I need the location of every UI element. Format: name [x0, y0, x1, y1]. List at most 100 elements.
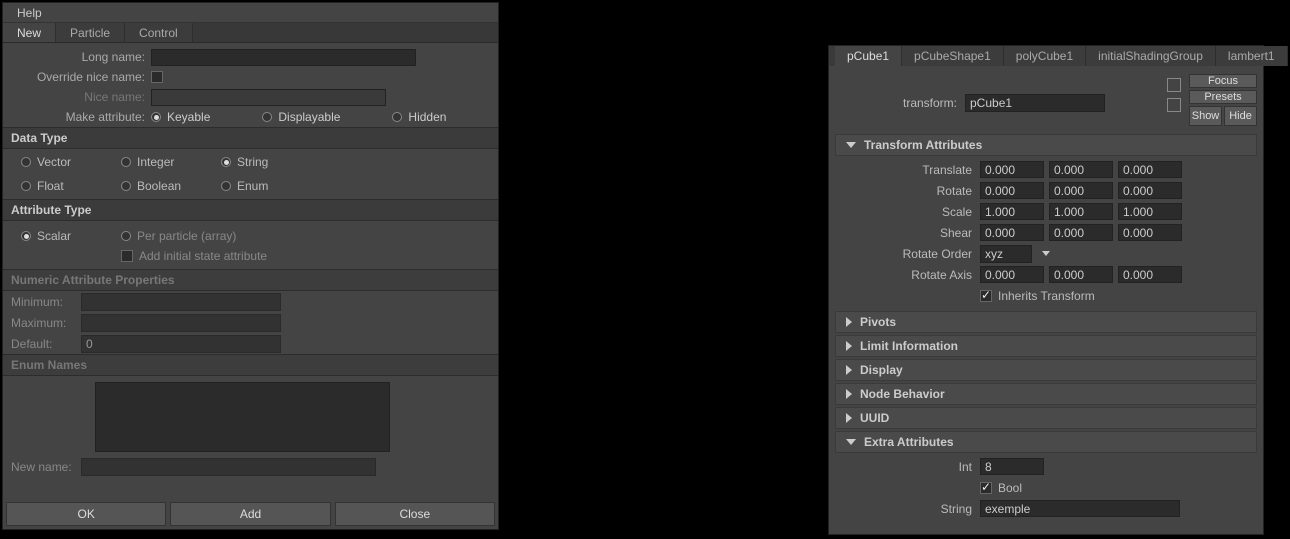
enum-names-list[interactable] — [95, 382, 390, 452]
new-name-label: New name: — [11, 460, 81, 474]
translate-z-input[interactable] — [1118, 161, 1182, 178]
focus-button[interactable]: Focus — [1189, 74, 1257, 88]
limit-info-label: Limit Information — [860, 339, 958, 353]
chevron-right-icon — [846, 341, 852, 351]
node-type-label: transform: — [835, 96, 965, 110]
presets-button[interactable]: Presets — [1189, 90, 1257, 104]
chevron-right-icon — [846, 389, 852, 399]
radio-displayable[interactable] — [262, 112, 272, 122]
rotate-label: Rotate — [835, 184, 980, 198]
maximum-input[interactable] — [81, 314, 281, 332]
translate-x-input[interactable] — [980, 161, 1044, 178]
radio-string-label: String — [237, 155, 268, 169]
shear-label: Shear — [835, 226, 980, 240]
attribute-editor: pCube1 pCubeShape1 polyCube1 initialShad… — [828, 45, 1264, 535]
add-button[interactable]: Add — [170, 502, 330, 526]
new-name-input[interactable] — [81, 458, 376, 476]
chevron-right-icon — [846, 365, 852, 375]
scale-x-input[interactable] — [980, 203, 1044, 220]
scale-z-input[interactable] — [1118, 203, 1182, 220]
rotate-y-input[interactable] — [1049, 182, 1113, 199]
tab-initialshadinggroup[interactable]: initialShadingGroup — [1086, 46, 1216, 66]
radio-integer-label: Integer — [137, 155, 174, 169]
ok-button[interactable]: OK — [6, 502, 166, 526]
inherits-transform-checkbox[interactable] — [980, 290, 992, 302]
extra-int-input[interactable] — [980, 458, 1044, 475]
tab-lambert1[interactable]: lambert1 — [1216, 46, 1288, 66]
node-tabs: pCube1 pCubeShape1 polyCube1 initialShad… — [829, 46, 1263, 66]
chevron-down-icon — [846, 142, 856, 148]
limit-info-header[interactable]: Limit Information — [835, 335, 1257, 357]
display-label: Display — [860, 363, 903, 377]
extra-attributes-header[interactable]: Extra Attributes — [835, 431, 1257, 453]
maximum-label: Maximum: — [11, 316, 81, 330]
scale-y-input[interactable] — [1049, 203, 1113, 220]
extra-string-input[interactable] — [980, 500, 1180, 517]
long-name-input[interactable] — [151, 49, 416, 66]
default-input[interactable] — [81, 335, 281, 353]
radio-hidden[interactable] — [392, 112, 402, 122]
tab-new[interactable]: New — [3, 23, 56, 42]
rotate-order-value: xyz — [985, 247, 1003, 261]
tab-pcubeshape1[interactable]: pCubeShape1 — [902, 46, 1004, 66]
radio-keyable-label: Keyable — [167, 110, 210, 124]
radio-string[interactable] — [221, 157, 231, 167]
extra-bool-label: Bool — [998, 481, 1022, 495]
enum-names-header: Enum Names — [3, 354, 498, 376]
translate-label: Translate — [835, 163, 980, 177]
rotate-axis-y-input[interactable] — [1049, 266, 1113, 283]
radio-float[interactable] — [21, 181, 31, 191]
node-name-input[interactable] — [965, 94, 1105, 112]
radio-scalar[interactable] — [21, 231, 31, 241]
add-initial-state-checkbox[interactable] — [121, 250, 133, 262]
tab-control[interactable]: Control — [125, 23, 193, 42]
menu-help[interactable]: Help — [9, 4, 50, 22]
select-output-icon[interactable] — [1167, 98, 1181, 112]
uuid-label: UUID — [860, 411, 889, 425]
rotate-order-label: Rotate Order — [835, 247, 980, 261]
shear-z-input[interactable] — [1118, 224, 1182, 241]
extra-attributes-label: Extra Attributes — [864, 435, 954, 449]
radio-float-label: Float — [37, 179, 64, 193]
default-label: Default: — [11, 337, 81, 351]
shear-y-input[interactable] — [1049, 224, 1113, 241]
tab-particle[interactable]: Particle — [56, 23, 125, 42]
rotate-x-input[interactable] — [980, 182, 1044, 199]
nice-name-input[interactable] — [151, 89, 386, 106]
tab-polycube1[interactable]: polyCube1 — [1004, 46, 1086, 66]
show-button[interactable]: Show — [1189, 106, 1222, 126]
chevron-right-icon — [846, 317, 852, 327]
uuid-header[interactable]: UUID — [835, 407, 1257, 429]
override-nice-name-checkbox[interactable] — [151, 71, 163, 83]
radio-per-particle-label: Per particle (array) — [137, 229, 236, 243]
node-behavior-header[interactable]: Node Behavior — [835, 383, 1257, 405]
radio-keyable[interactable] — [151, 112, 161, 122]
radio-enum[interactable] — [221, 181, 231, 191]
radio-integer[interactable] — [121, 157, 131, 167]
nice-name-label: Nice name: — [11, 90, 151, 104]
dialog-tabs: New Particle Control — [3, 23, 498, 43]
radio-vector[interactable] — [21, 157, 31, 167]
transform-attributes-header[interactable]: Transform Attributes — [835, 134, 1257, 156]
rotate-axis-z-input[interactable] — [1118, 266, 1182, 283]
rotate-axis-x-input[interactable] — [980, 266, 1044, 283]
close-button[interactable]: Close — [335, 502, 495, 526]
select-input-icon[interactable] — [1167, 78, 1181, 92]
rotate-order-select[interactable]: xyz — [980, 245, 1032, 263]
extra-bool-checkbox[interactable] — [980, 482, 992, 494]
tab-pcube1[interactable]: pCube1 — [835, 46, 902, 66]
minimum-input[interactable] — [81, 293, 281, 311]
radio-boolean[interactable] — [121, 181, 131, 191]
radio-per-particle[interactable] — [121, 231, 131, 241]
scale-label: Scale — [835, 205, 980, 219]
chevron-down-icon — [846, 439, 856, 445]
translate-y-input[interactable] — [1049, 161, 1113, 178]
make-attribute-label: Make attribute: — [11, 110, 151, 124]
pivots-header[interactable]: Pivots — [835, 311, 1257, 333]
display-header[interactable]: Display — [835, 359, 1257, 381]
shear-x-input[interactable] — [980, 224, 1044, 241]
attribute-type-header: Attribute Type — [3, 199, 498, 221]
rotate-z-input[interactable] — [1118, 182, 1182, 199]
extra-string-label: String — [835, 502, 980, 516]
hide-button[interactable]: Hide — [1224, 106, 1257, 126]
